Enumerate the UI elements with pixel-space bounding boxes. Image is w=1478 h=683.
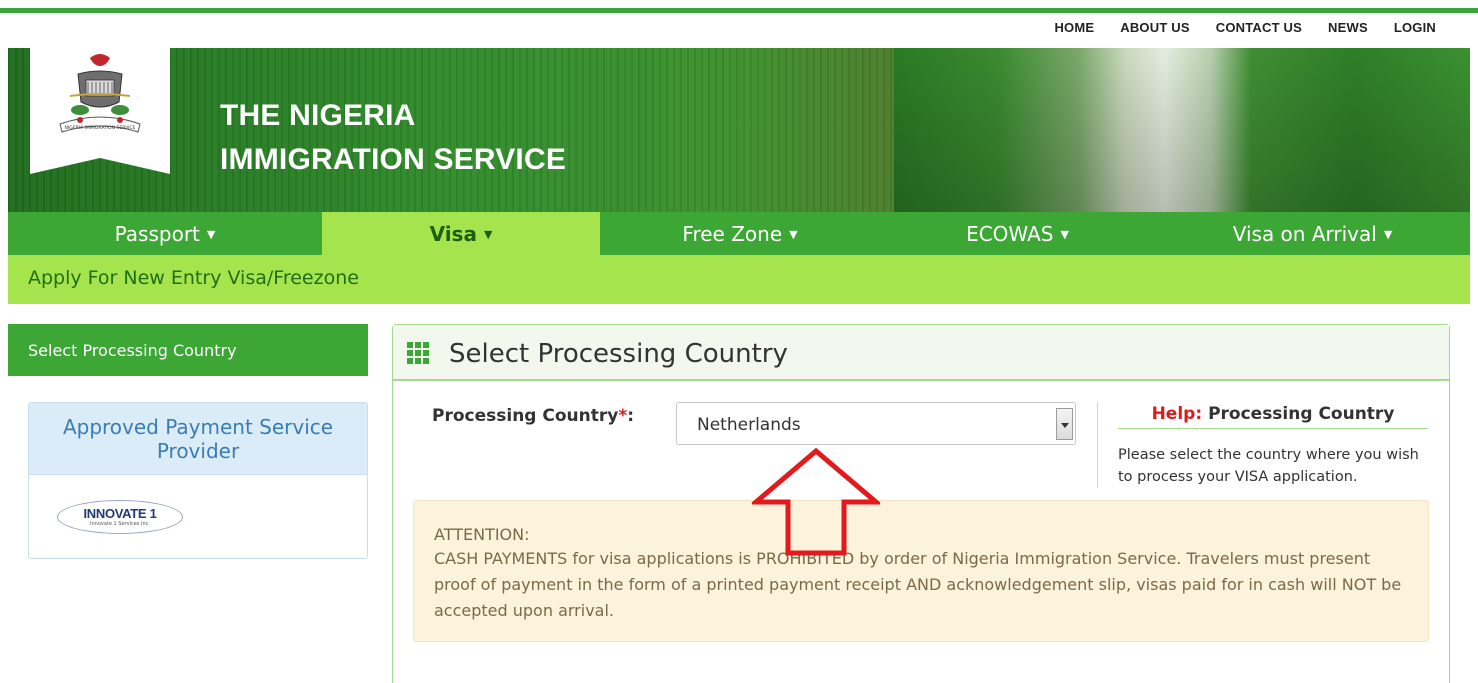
help-box: Help: Processing Country Please select t… bbox=[1097, 402, 1428, 488]
annotation-up-arrow-icon bbox=[752, 448, 880, 556]
processing-country-select[interactable]: Netherlands bbox=[676, 402, 1076, 445]
top-nav-home[interactable]: HOME bbox=[1054, 20, 1094, 35]
main-navigation: Passport ▼ Visa ▼ Free Zone ▼ ECOWAS ▼ Visa … bbox=[8, 212, 1470, 255]
payment-provider-title: Approved Payment Service Provider bbox=[29, 403, 367, 475]
nav-free-zone-label: Free Zone bbox=[682, 221, 783, 246]
innovate1-logo-name: INNOVATE 1 bbox=[83, 506, 157, 521]
caret-down-icon: ▼ bbox=[1383, 228, 1393, 241]
attention-title: ATTENTION: bbox=[434, 525, 530, 544]
caret-down-icon: ▼ bbox=[789, 228, 798, 241]
top-navigation: HOME ABOUT US CONTACT US NEWS LOGIN bbox=[1054, 20, 1436, 35]
nav-visa[interactable]: Visa ▼ bbox=[322, 212, 600, 255]
processing-country-label-text: Processing Country bbox=[432, 406, 619, 426]
site-title-line-1: THE NIGERIA bbox=[220, 99, 416, 132]
nav-ecowas-label: ECOWAS bbox=[966, 221, 1054, 246]
dropdown-arrow-icon[interactable] bbox=[1056, 408, 1073, 440]
sidebar-step-label: Select Processing Country bbox=[28, 341, 237, 360]
nav-visa-on-arrival-label: Visa on Arrival bbox=[1232, 221, 1377, 246]
nav-passport[interactable]: Passport ▼ bbox=[8, 212, 322, 255]
attention-body: CASH PAYMENTS for visa applications is P… bbox=[434, 549, 1402, 620]
logo-tab[interactable]: NIGERIA IMMIGRATION SERVICE bbox=[30, 48, 170, 178]
grid-icon bbox=[407, 342, 431, 364]
caret-down-icon: ▼ bbox=[206, 228, 216, 241]
top-nav-about-us[interactable]: ABOUT US bbox=[1120, 20, 1190, 35]
top-accent-line bbox=[0, 8, 1478, 13]
nav-visa-on-arrival[interactable]: Visa on Arrival ▼ bbox=[1155, 212, 1470, 255]
panel-header: Select Processing Country bbox=[393, 325, 1449, 381]
top-nav-login[interactable]: LOGIN bbox=[1394, 20, 1436, 35]
logo-lettering: NIGERIA IMMIGRATION SERVICE bbox=[65, 125, 136, 131]
panel-title: Select Processing Country bbox=[449, 339, 788, 369]
nav-visa-label: Visa bbox=[429, 221, 477, 246]
help-text: Please select the country where you wish… bbox=[1118, 447, 1419, 485]
label-colon: : bbox=[627, 406, 635, 426]
innovate1-logo[interactable]: INNOVATE 1 Innovate 1 Services Inc. bbox=[57, 500, 183, 534]
header-banner: NIGERIA IMMIGRATION SERVICE THE NIGERIA … bbox=[8, 48, 1470, 212]
top-nav-contact-us[interactable]: CONTACT US bbox=[1216, 20, 1302, 35]
payment-provider-box: Approved Payment Service Provider INNOVA… bbox=[28, 402, 368, 559]
page-subheader: Apply For New Entry Visa/Freezone bbox=[8, 255, 1470, 304]
nav-passport-label: Passport bbox=[114, 221, 200, 246]
top-nav-news[interactable]: NEWS bbox=[1328, 20, 1368, 35]
sidebar-step-active[interactable]: Select Processing Country bbox=[8, 324, 368, 376]
page-subheader-label: Apply For New Entry Visa/Freezone bbox=[28, 267, 359, 289]
help-prefix: Help: bbox=[1151, 404, 1203, 424]
caret-down-icon: ▼ bbox=[483, 228, 493, 241]
help-title-text: Processing Country bbox=[1208, 404, 1395, 424]
processing-country-selected-value: Netherlands bbox=[697, 415, 801, 435]
help-title: Help: Processing Country bbox=[1118, 404, 1428, 429]
nigeria-flag-image bbox=[894, 48, 1470, 212]
innovate1-logo-subtext: Innovate 1 Services Inc. bbox=[90, 521, 150, 527]
site-title: THE NIGERIA IMMIGRATION SERVICE bbox=[220, 94, 566, 182]
nav-free-zone[interactable]: Free Zone ▼ bbox=[600, 212, 880, 255]
site-title-line-2: IMMIGRATION SERVICE bbox=[220, 143, 567, 176]
attention-notice: ATTENTION: CASH PAYMENTS for visa applic… bbox=[413, 500, 1429, 642]
nav-ecowas[interactable]: ECOWAS ▼ bbox=[880, 212, 1155, 255]
required-asterisk: * bbox=[618, 406, 628, 426]
caret-down-icon: ▼ bbox=[1060, 228, 1069, 241]
processing-country-label: Processing Country*: bbox=[432, 406, 634, 426]
